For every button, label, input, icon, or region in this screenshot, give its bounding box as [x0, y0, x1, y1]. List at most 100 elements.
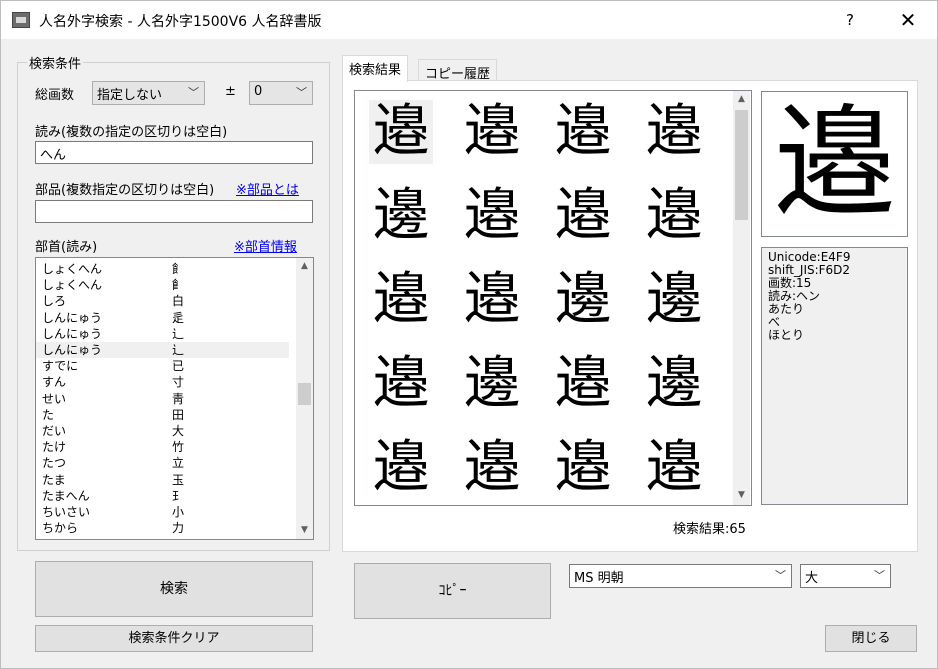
- radical-row[interactable]: た田: [36, 407, 289, 423]
- copy-button[interactable]: ｺﾋﾟｰ: [354, 563, 551, 619]
- radical-glyph: 辵: [172, 310, 185, 325]
- radical-reading: ちいさい: [42, 505, 91, 519]
- close-button[interactable]: 閉じる: [825, 625, 917, 652]
- radical-list-scrollbar[interactable]: ▲ ▼: [296, 258, 313, 539]
- title-bar: 人名外字検索 - 人名外字1500V6 人名辞書版 ? ✕: [1, 1, 937, 39]
- scrollbar-thumb[interactable]: [298, 383, 311, 405]
- radical-reading: たつ: [42, 456, 67, 471]
- result-glyph[interactable]: 邉: [642, 100, 706, 164]
- result-glyph[interactable]: 邉: [460, 268, 524, 332]
- result-glyph[interactable]: 邉: [642, 184, 706, 248]
- result-grid-scrollbar[interactable]: ▲ ▼: [733, 91, 750, 505]
- radical-glyph: 𤣩: [172, 488, 185, 503]
- radical-reading: しょくへん: [42, 262, 103, 276]
- radical-glyph: 靑: [172, 391, 185, 406]
- radical-row[interactable]: たつ 立: [36, 455, 289, 471]
- result-count: 検索結果:65: [673, 522, 746, 537]
- radical-list[interactable]: しょくへん飠しょくへん 𩙿 しろ白しんにゅう辵しんにゅう辶しんにゅう⻌すでに已すん寸…: [35, 257, 314, 540]
- chevron-down-icon: ﹀: [188, 86, 199, 99]
- parts-input[interactable]: [35, 200, 313, 223]
- total-strokes-label: 総画数: [35, 88, 75, 103]
- radical-reading: せい: [42, 391, 67, 406]
- tab-copy-history[interactable]: コピー履歴: [418, 59, 498, 82]
- radical-reading: だい: [42, 424, 67, 438]
- radical-glyph: 已: [172, 359, 185, 374]
- radical-reading: たまへん: [42, 488, 90, 503]
- result-glyph[interactable]: 邊: [551, 268, 615, 332]
- radical-row[interactable]: たけ 竹: [36, 439, 289, 455]
- radical-label: 部首(読み): [35, 240, 98, 255]
- result-grid[interactable]: 邉邉邉邉邊邉邉邉邉邉邊邊邉邊邉邊邉邉邉邉 ▲ ▼: [354, 90, 752, 506]
- glyph-info-line: ほとり: [768, 328, 805, 342]
- radical-glyph: 辶: [172, 326, 185, 341]
- size-value: 大: [805, 571, 819, 586]
- reading-input[interactable]: へん: [35, 141, 313, 164]
- result-glyph[interactable]: 邉: [551, 100, 615, 164]
- scrollbar-thumb[interactable]: [735, 110, 748, 220]
- radical-row[interactable]: しょくへん 𩙿: [36, 277, 289, 293]
- chevron-down-icon: ﹀: [874, 569, 885, 582]
- radical-reading: しんにゅう: [42, 310, 103, 325]
- radical-row[interactable]: ちいさい 小: [36, 504, 289, 520]
- scroll-up-icon[interactable]: ▲: [733, 91, 750, 108]
- total-strokes-select[interactable]: 指定しない ﹀: [92, 81, 205, 105]
- plusminus-label: ±: [225, 84, 236, 99]
- parts-label: 部品(複数指定の区切りは空白): [35, 183, 215, 198]
- radical-row[interactable]: しょくへん 飠: [36, 261, 289, 277]
- radical-row[interactable]: ちから 力: [36, 520, 289, 536]
- result-glyph[interactable]: 邊: [369, 184, 433, 248]
- radical-row[interactable]: すでに 已: [36, 358, 289, 374]
- help-button[interactable]: ?: [827, 1, 873, 39]
- scroll-down-icon[interactable]: ▼: [733, 487, 750, 504]
- radical-row[interactable]: だい 大: [36, 423, 289, 439]
- radical-row[interactable]: しんにゅう ⻌: [36, 342, 289, 358]
- close-window-button[interactable]: ✕: [885, 1, 931, 39]
- result-glyph[interactable]: 邉: [369, 352, 433, 416]
- radical-glyph: 𩙿: [172, 278, 185, 293]
- results-panel: 邉邉邉邉邊邉邉邉邉邉邊邊邉邊邉邊邉邉邉邉 ▲ ▼ 邉 Unicode:E4F9 …: [342, 80, 918, 552]
- result-glyph[interactable]: 邉: [460, 184, 524, 248]
- radical-reading: しんにゅう: [42, 326, 103, 341]
- result-glyph[interactable]: 邉: [460, 100, 524, 164]
- result-glyph[interactable]: 邉: [369, 268, 433, 332]
- radical-glyph: 大: [172, 424, 185, 438]
- radical-row[interactable]: すん 寸: [36, 374, 289, 390]
- stroke-tolerance-select[interactable]: 0 ﹀: [249, 81, 313, 105]
- result-glyph[interactable]: 邉: [369, 100, 433, 164]
- tab-search-results[interactable]: 検索結果: [342, 55, 409, 82]
- result-glyph[interactable]: 邊: [460, 352, 524, 416]
- scroll-up-icon[interactable]: ▲: [296, 258, 313, 275]
- radical-glyph: 小: [172, 505, 185, 519]
- radical-reading: ちから: [42, 521, 79, 536]
- chevron-down-icon: ﹀: [775, 569, 786, 582]
- clear-conditions-button[interactable]: 検索条件クリア: [35, 625, 313, 652]
- scroll-down-icon[interactable]: ▼: [296, 522, 313, 539]
- radical-reading: しんにゅう: [42, 343, 103, 357]
- result-glyph[interactable]: 邉: [460, 436, 524, 500]
- result-glyph[interactable]: 邉: [551, 436, 615, 500]
- radical-row[interactable]: たま 玉: [36, 472, 289, 488]
- radical-glyph: 飠: [172, 262, 185, 276]
- result-glyph[interactable]: 邊: [642, 352, 706, 416]
- radical-reading: すでに: [42, 359, 79, 374]
- result-glyph[interactable]: 邉: [551, 184, 615, 248]
- search-conditions-label: 検索条件: [29, 57, 82, 72]
- radical-row[interactable]: たまへん 𤣩: [36, 488, 289, 504]
- result-glyph[interactable]: 邉: [642, 436, 706, 500]
- radical-glyph: 田: [172, 407, 185, 422]
- result-glyph[interactable]: 邉: [369, 436, 433, 500]
- font-select[interactable]: MS 明朝 ﹀: [569, 564, 792, 588]
- parts-help-link[interactable]: ※部品とは: [236, 179, 299, 198]
- window-title: 人名外字検索 - 人名外字1500V6 人名辞書版: [39, 14, 322, 30]
- radical-row[interactable]: しろ 白: [36, 293, 289, 309]
- radical-info-link[interactable]: ※部首情報: [234, 236, 297, 255]
- radical-reading: しょくへん: [42, 278, 103, 293]
- radical-row[interactable]: しんにゅう 辵: [36, 310, 289, 326]
- search-button[interactable]: 検索: [35, 561, 313, 617]
- result-glyph[interactable]: 邊: [642, 268, 706, 332]
- radical-row[interactable]: せい 靑: [36, 391, 289, 407]
- result-glyph[interactable]: 邉: [551, 352, 615, 416]
- size-select[interactable]: 大 ﹀: [800, 564, 891, 588]
- radical-reading: たけ: [42, 440, 67, 455]
- radical-row[interactable]: しんにゅう 辶: [36, 326, 289, 342]
